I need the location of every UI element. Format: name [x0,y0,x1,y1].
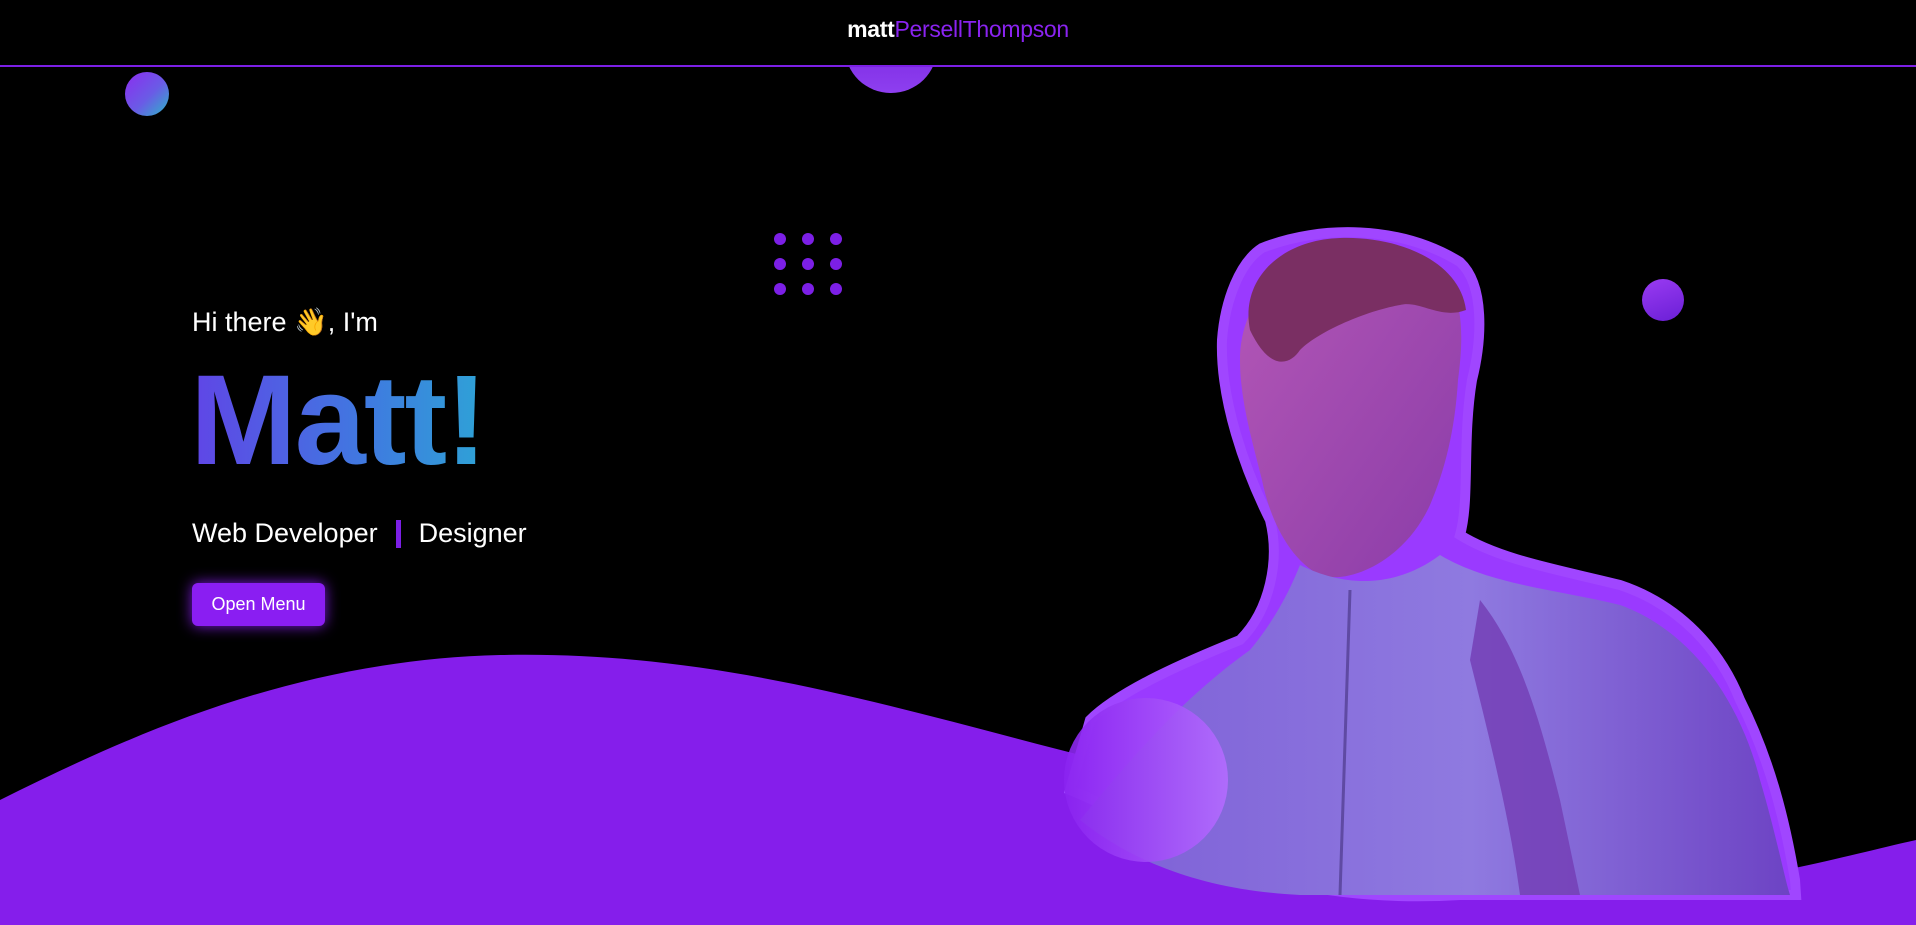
profile-photo [1063,227,1802,902]
logo-first-name: matt [847,16,895,42]
site-logo[interactable]: mattPersellThompson [0,16,1916,43]
site-header: mattPersellThompson [0,0,1916,67]
logo-last-name: PersellThompson [894,16,1069,42]
